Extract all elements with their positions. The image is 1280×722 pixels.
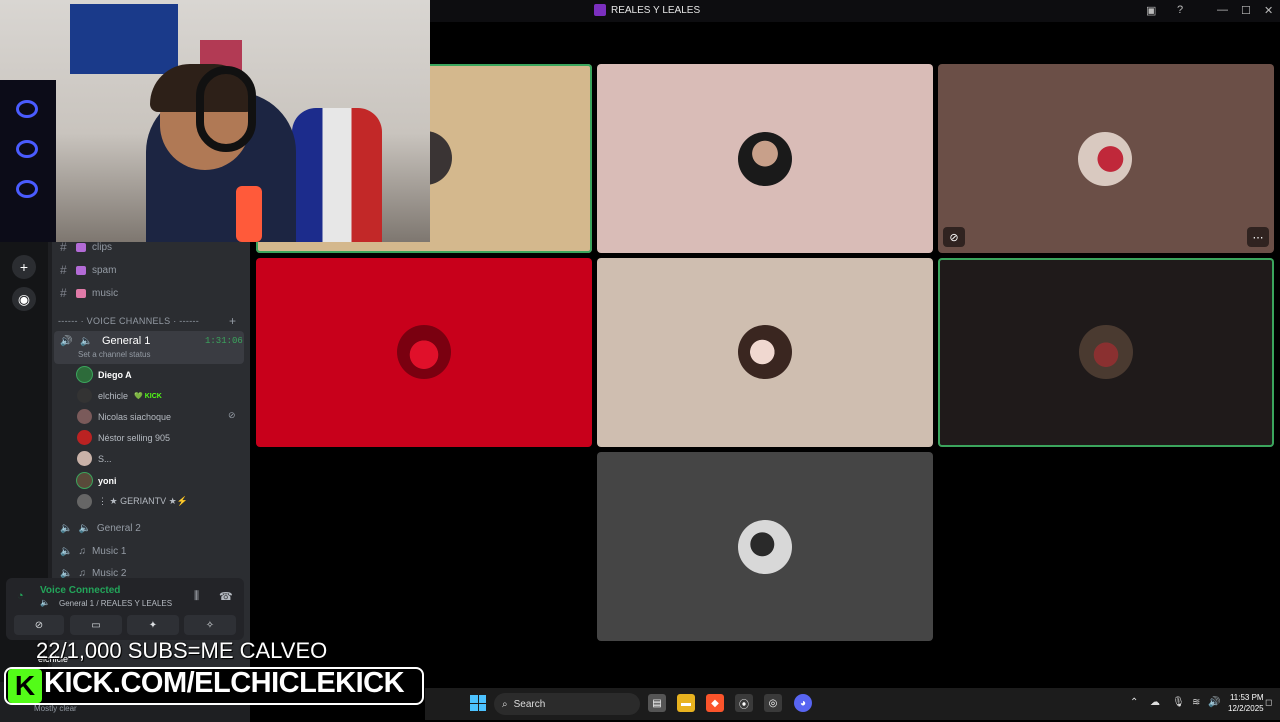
voice-icon: 🔈	[80, 336, 93, 347]
channel-status[interactable]: Set a channel status	[78, 350, 151, 359]
activities-button[interactable]: ✦	[127, 615, 179, 635]
channel-clips[interactable]: # clips	[60, 240, 112, 254]
kick-logo-icon: K	[8, 669, 42, 703]
avatar	[397, 325, 451, 379]
tray-app-icon[interactable]: ☁	[1150, 697, 1160, 708]
screen-share-icon[interactable]: ▣	[1146, 4, 1156, 17]
avatar	[1079, 325, 1133, 379]
gaming-chair	[292, 108, 382, 242]
more-options-icon[interactable]: ⋯	[1247, 227, 1269, 247]
speaker-icon: 🔈	[60, 546, 73, 557]
explore-icon[interactable]: ◉	[12, 287, 36, 311]
task-view-icon[interactable]: ▤	[648, 694, 666, 712]
brave-browser-icon[interactable]: ◆	[706, 694, 724, 712]
video-tile[interactable]	[597, 64, 933, 253]
video-tile[interactable]	[256, 258, 592, 447]
video-tile[interactable]: ⊘ ⋯	[938, 64, 1274, 253]
member-item[interactable]: Diego A	[77, 367, 132, 382]
volume-icon[interactable]: 🔊	[1208, 697, 1220, 708]
noise-suppression-icon[interactable]: ⫼	[194, 590, 199, 603]
video-tile[interactable]	[597, 452, 933, 641]
active-channel-name: General 1	[102, 335, 151, 347]
avatar	[1078, 132, 1132, 186]
voice-channels-header[interactable]: ------ · VOICE CHANNELS · ------	[58, 316, 199, 326]
voice-channel-general-2[interactable]: 🔈 🔈 General 2	[60, 523, 141, 534]
text-channel-icon: #	[60, 240, 67, 254]
camera-off-button[interactable]: ⊘	[14, 615, 64, 635]
close-icon[interactable]: ✕	[1264, 4, 1273, 17]
speaker-icon: 🔈	[40, 598, 50, 607]
channel-emoji-icon	[76, 265, 86, 275]
wifi-icon[interactable]: ≋	[1192, 697, 1200, 708]
avatar	[77, 494, 92, 509]
channel-emoji-icon	[76, 288, 86, 298]
member-item[interactable]: yoni	[77, 473, 117, 488]
avatar	[77, 430, 92, 445]
pc-case	[0, 80, 56, 242]
muted-icon: ⊘	[943, 227, 965, 247]
member-item[interactable]: Nicolas siachoque	[77, 409, 171, 424]
window-title-text: REALES Y LEALES	[611, 4, 701, 16]
tray-overflow-icon[interactable]: ⌃	[1130, 697, 1138, 708]
channel-music[interactable]: # music	[60, 286, 118, 300]
kick-url: KICK.COM/ELCHICLEKICK	[44, 667, 405, 699]
voice-channel-music-1[interactable]: 🔈 ♫ Music 1	[60, 546, 126, 557]
microphone-icon[interactable]: 🎙	[1172, 697, 1185, 708]
server-logo-icon	[594, 4, 606, 16]
avatar	[77, 388, 92, 403]
channel-emoji-icon	[76, 242, 86, 252]
file-explorer-icon[interactable]: ▬	[677, 694, 695, 712]
avatar	[738, 325, 792, 379]
wall-poster	[70, 4, 178, 74]
minimize-icon[interactable]: —	[1217, 4, 1228, 16]
voice-icon: 🔈	[78, 523, 91, 534]
voice-connected-subtitle[interactable]: General 1 / REALES Y LEALES	[59, 599, 172, 608]
search-icon: ⌕	[502, 698, 508, 710]
text-channel-icon: #	[60, 286, 67, 300]
user-status: Mostly clear	[34, 704, 77, 713]
maximize-icon[interactable]: ☐	[1241, 4, 1251, 17]
member-item[interactable]: elchicle 💚 KICK	[77, 388, 162, 403]
headphones	[196, 66, 256, 152]
avatar	[77, 473, 92, 488]
text-channel-icon: #	[60, 263, 67, 277]
avatar	[738, 520, 792, 574]
speaker-active-icon: 🔊	[60, 336, 73, 347]
channel-spam[interactable]: # spam	[60, 263, 116, 277]
kick-badge: 💚 KICK	[134, 392, 162, 400]
music-icon: ♫	[78, 546, 86, 557]
window-title: REALES Y LEALES	[594, 4, 700, 16]
add-channel-icon[interactable]: +	[229, 314, 236, 328]
member-item[interactable]: ⋮ ★ GERIANTV ★⚡	[77, 494, 188, 509]
voice-connected-title: Voice Connected	[40, 585, 121, 596]
screen-share-button[interactable]: ▭	[70, 615, 122, 635]
muted-icon: ⊘	[228, 410, 236, 420]
microphone	[236, 186, 262, 242]
help-icon[interactable]: ?	[1177, 4, 1183, 16]
avatar	[77, 451, 92, 466]
soundboard-button[interactable]: ✧	[184, 615, 236, 635]
avatar	[77, 367, 92, 382]
member-item[interactable]: S...	[77, 451, 112, 466]
disconnect-icon[interactable]: ☎	[219, 590, 233, 603]
signal-icon[interactable]: ◔	[17, 590, 24, 602]
call-timer: 1:31:06	[205, 336, 243, 346]
video-tile[interactable]	[938, 258, 1274, 447]
avatar	[738, 132, 792, 186]
video-tile[interactable]	[597, 258, 933, 447]
avatar	[77, 409, 92, 424]
webcam-overlay	[0, 0, 430, 242]
taskbar-clock[interactable]: 11:53 PM 12/2/2025	[1228, 692, 1264, 714]
subs-goal-text: 22/1,000 SUBS=ME CALVEO	[36, 638, 328, 663]
member-item[interactable]: Néstor selling 905	[77, 430, 170, 445]
notifications-icon[interactable]: ◻	[1265, 697, 1272, 708]
discord-icon[interactable]: ◕	[794, 694, 812, 712]
windows-start-icon[interactable]	[470, 695, 486, 711]
obs-icon[interactable]: ◎	[764, 694, 782, 712]
app-icon[interactable]: ⦿	[735, 694, 753, 712]
speaker-icon: 🔈	[60, 523, 73, 534]
taskbar-search[interactable]: ⌕ Search	[494, 693, 640, 715]
add-server-icon[interactable]: +	[12, 255, 36, 279]
